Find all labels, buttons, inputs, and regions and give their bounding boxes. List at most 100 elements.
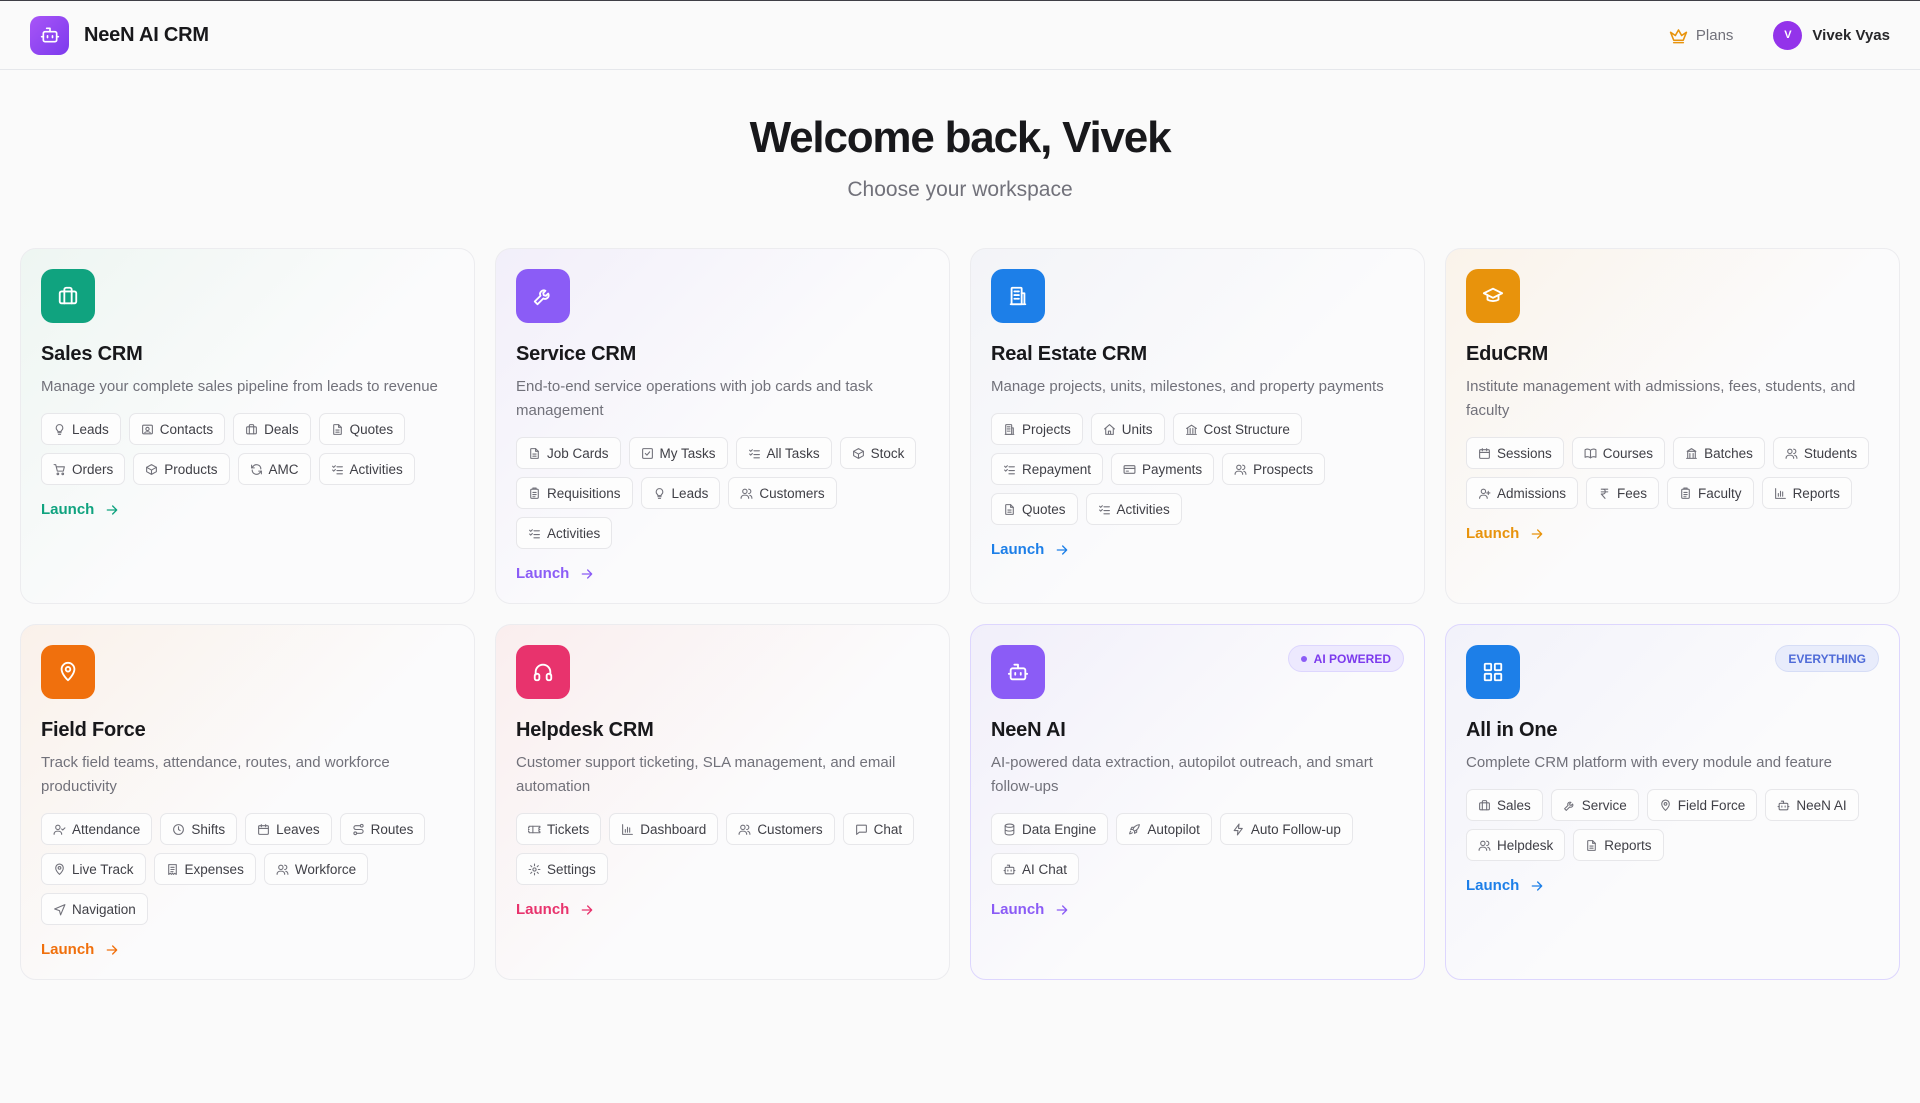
module-chip-expenses[interactable]: Expenses	[153, 853, 256, 885]
module-chip-payments[interactable]: Payments	[1111, 453, 1215, 485]
rocket-icon	[1129, 823, 1141, 834]
module-chip-my-tasks[interactable]: My Tasks	[628, 437, 728, 469]
module-chip-workforce[interactable]: Workforce	[263, 853, 369, 885]
module-chip-leaves[interactable]: Leaves	[245, 813, 332, 845]
module-chip-repayment[interactable]: Repayment	[991, 453, 1104, 485]
module-chip-units[interactable]: Units	[1090, 413, 1165, 445]
module-chip-live-track[interactable]: Live Track	[41, 853, 146, 885]
list-check-icon	[748, 448, 760, 458]
module-chip-label: Workforce	[294, 861, 357, 877]
module-chip-label: All Tasks	[766, 445, 820, 461]
launch-button[interactable]: Launch	[1466, 525, 1545, 542]
module-chip-label: Dashboard	[640, 821, 707, 837]
module-chip-label: Reports	[1604, 837, 1652, 853]
module-chip-reports[interactable]: Reports	[1573, 829, 1664, 861]
module-chip-contacts[interactable]: Contacts	[128, 413, 226, 445]
module-chips: Tickets Dashboard Customers Chat Settings	[516, 813, 929, 885]
module-chip-admissions[interactable]: Admissions	[1466, 477, 1579, 509]
card-title: Service CRM	[516, 343, 637, 365]
workspace-card-neen-ai[interactable]: AI POWERED NeeN AI AI-powered data extract…	[970, 624, 1425, 980]
module-chip-activities[interactable]: Activities	[516, 517, 613, 549]
workspace-card-all-in-one[interactable]: EVERYTHING All in One Complete CRM platfor…	[1445, 624, 1900, 980]
module-chip-label: Expenses	[184, 861, 244, 877]
book-icon	[1584, 448, 1597, 458]
workspace-icon	[991, 645, 1045, 699]
module-chip-stock[interactable]: Stock	[839, 437, 917, 469]
check-square-icon	[641, 447, 653, 459]
module-chip-fees[interactable]: Fees	[1586, 477, 1660, 509]
module-chip-faculty[interactable]: Faculty	[1667, 477, 1754, 509]
card-title: All in One	[1466, 719, 1558, 741]
workspace-icon	[991, 269, 1045, 323]
module-chip-batches[interactable]: Batches	[1673, 437, 1765, 469]
launch-button[interactable]: Launch	[991, 901, 1070, 918]
lightbulb-icon	[55, 423, 64, 435]
workspace-card-service-crm[interactable]: Service CRM End-to-end service operations…	[495, 248, 950, 604]
module-chip-navigation[interactable]: Navigation	[41, 893, 148, 925]
module-chip-chat[interactable]: Chat	[842, 813, 915, 845]
launch-button[interactable]: Launch	[1466, 877, 1545, 894]
workspace-card-educrm[interactable]: EduCRM Institute management with admissio…	[1445, 248, 1900, 604]
file-icon	[1587, 839, 1597, 851]
module-chip-reports[interactable]: Reports	[1761, 477, 1852, 509]
module-chip-prospects[interactable]: Prospects	[1222, 453, 1326, 485]
module-chip-autopilot[interactable]: Autopilot	[1116, 813, 1212, 845]
module-chip-activities[interactable]: Activities	[318, 453, 415, 485]
module-chip-customers[interactable]: Customers	[726, 813, 835, 845]
module-chip-students[interactable]: Students	[1772, 437, 1870, 469]
module-chip-all-tasks[interactable]: All Tasks	[735, 437, 832, 469]
module-chip-label: Field Force	[1677, 797, 1746, 813]
users-icon	[1785, 448, 1798, 459]
module-chip-orders[interactable]: Orders	[41, 453, 126, 485]
module-chip-cost-structure[interactable]: Cost Structure	[1172, 413, 1302, 445]
plans-button[interactable]: Plans	[1669, 26, 1733, 45]
module-chip-attendance[interactable]: Attendance	[41, 813, 153, 845]
module-chip-quotes[interactable]: Quotes	[991, 493, 1078, 525]
workspace-card-field-force[interactable]: Field Force Track field teams, attendance…	[20, 624, 475, 980]
workspace-card-real-estate-crm[interactable]: Real Estate CRM Manage projects, units, m…	[970, 248, 1425, 604]
launch-button[interactable]: Launch	[41, 501, 120, 518]
launch-button[interactable]: Launch	[516, 565, 595, 582]
module-chip-settings[interactable]: Settings	[516, 853, 608, 885]
module-chip-tickets[interactable]: Tickets	[516, 813, 602, 845]
brand[interactable]: NeeN AI CRM	[30, 15, 209, 55]
module-chip-sales[interactable]: Sales	[1466, 789, 1543, 821]
module-chip-dashboard[interactable]: Dashboard	[609, 813, 719, 845]
module-chip-shifts[interactable]: Shifts	[160, 813, 238, 845]
headphones-icon	[533, 663, 553, 682]
user-menu[interactable]: V Vivek Vyas	[1773, 20, 1890, 50]
module-chip-service[interactable]: Service	[1550, 789, 1639, 821]
module-chip-sessions[interactable]: Sessions	[1466, 437, 1564, 469]
briefcase-icon	[1479, 799, 1490, 810]
workspace-card-sales-crm[interactable]: Sales CRM Manage your complete sales pipe…	[20, 248, 475, 604]
module-chip-activities[interactable]: Activities	[1085, 493, 1182, 525]
module-chip-projects[interactable]: Projects	[991, 413, 1083, 445]
module-chip-requisitions[interactable]: Requisitions	[516, 477, 633, 509]
module-chip-field-force[interactable]: Field Force	[1646, 789, 1758, 821]
module-chip-amc[interactable]: AMC	[237, 453, 311, 485]
module-chip-routes[interactable]: Routes	[339, 813, 426, 845]
launch-button[interactable]: Launch	[41, 941, 120, 958]
launch-button[interactable]: Launch	[516, 901, 595, 918]
launch-button[interactable]: Launch	[991, 541, 1070, 558]
workspace-grid: Sales CRM Manage your complete sales pipe…	[20, 248, 1900, 980]
module-chip-products[interactable]: Products	[133, 453, 230, 485]
module-chip-data-engine[interactable]: Data Engine	[991, 813, 1109, 845]
module-chip-deals[interactable]: Deals	[233, 413, 311, 445]
module-chip-neen-ai[interactable]: NeeN AI	[1765, 789, 1859, 821]
module-chip-job-cards[interactable]: Job Cards	[516, 437, 621, 469]
module-chip-courses[interactable]: Courses	[1571, 437, 1666, 469]
module-chip-quotes[interactable]: Quotes	[318, 413, 406, 445]
card-description: Customer support ticketing, SLA manageme…	[516, 754, 896, 795]
module-chip-customers[interactable]: Customers	[728, 477, 837, 509]
workspace-card-helpdesk-crm[interactable]: Helpdesk CRM Customer support ticketing, …	[495, 624, 950, 980]
module-chip-leads[interactable]: Leads	[41, 413, 121, 445]
arrow-right-icon	[582, 568, 593, 579]
module-chips: Leads Contacts Deals Quotes Orders Products AM…	[41, 413, 454, 485]
module-chip-label: Contacts	[159, 421, 214, 437]
module-chip-leads[interactable]: Leads	[640, 477, 721, 509]
message-icon	[855, 824, 867, 835]
module-chip-helpdesk[interactable]: Helpdesk	[1466, 829, 1566, 861]
module-chip-ai-chat[interactable]: AI Chat	[991, 853, 1080, 885]
module-chip-auto-follow-up[interactable]: Auto Follow-up	[1219, 813, 1353, 845]
